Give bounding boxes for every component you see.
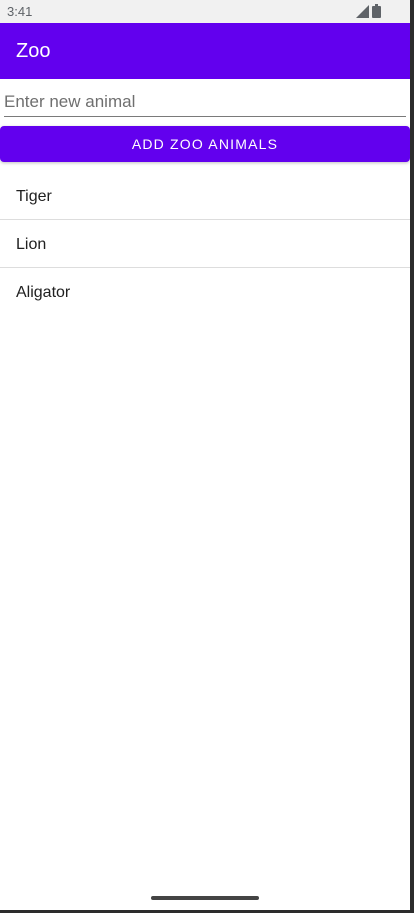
add-zoo-animals-button[interactable]: ADD ZOO ANIMALS (0, 126, 410, 162)
animal-list: Tiger Lion Aligator (0, 172, 410, 316)
app-title: Zoo (16, 40, 51, 62)
list-item-lion[interactable]: Lion (0, 220, 410, 268)
home-indicator[interactable] (151, 896, 259, 900)
status-time: 3:41 (7, 4, 33, 19)
device-edge-right (410, 0, 414, 913)
list-item-aligator[interactable]: Aligator (0, 268, 410, 316)
battery-icon (372, 4, 381, 18)
new-animal-field (4, 88, 406, 118)
status-bar: 3:41 (0, 0, 410, 23)
app-bar: Zoo (0, 23, 410, 79)
app-screen: 3:41 Zoo ADD ZOO ANIMALS Tiger Lion Alig… (0, 0, 410, 911)
new-animal-input[interactable] (4, 88, 406, 117)
signal-icon (356, 5, 369, 18)
list-item-tiger[interactable]: Tiger (0, 172, 410, 220)
status-icons (344, 4, 384, 20)
